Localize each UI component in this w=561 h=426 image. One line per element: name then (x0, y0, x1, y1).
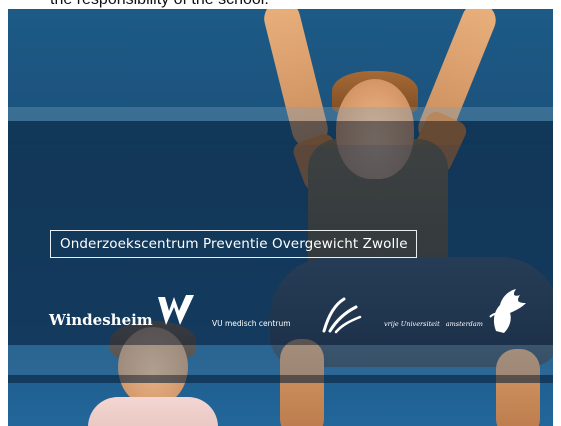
vu-city: amsterdam (445, 320, 483, 328)
title-box: Onderzoekscentrum Preventie Overgewicht … (50, 230, 417, 258)
vumc-logo-text: VU medisch centrum (212, 319, 291, 328)
caption-strip: the responsibility of the school. (0, 0, 561, 9)
vumc-swoosh-icon (322, 297, 362, 334)
slide-title: Onderzoekscentrum Preventie Overgewicht … (60, 236, 408, 252)
caption-text: the responsibility of the school. (50, 0, 269, 8)
vu-logo-text: vrije Universiteit amsterdam (384, 320, 483, 328)
vu-name: vrije Universiteit (384, 320, 440, 328)
band-bottom-dark (8, 375, 553, 383)
band-top-dark (8, 121, 553, 145)
band-top-light (8, 107, 553, 121)
windesheim-logo-text: Windesheim (49, 311, 153, 329)
windesheim-w-icon (158, 295, 194, 325)
girl-body (88, 397, 218, 426)
griffin-icon (489, 289, 526, 333)
band-bottom-light (8, 345, 553, 375)
slide-photo: Onderzoekscentrum Preventie Overgewicht … (8, 9, 553, 426)
